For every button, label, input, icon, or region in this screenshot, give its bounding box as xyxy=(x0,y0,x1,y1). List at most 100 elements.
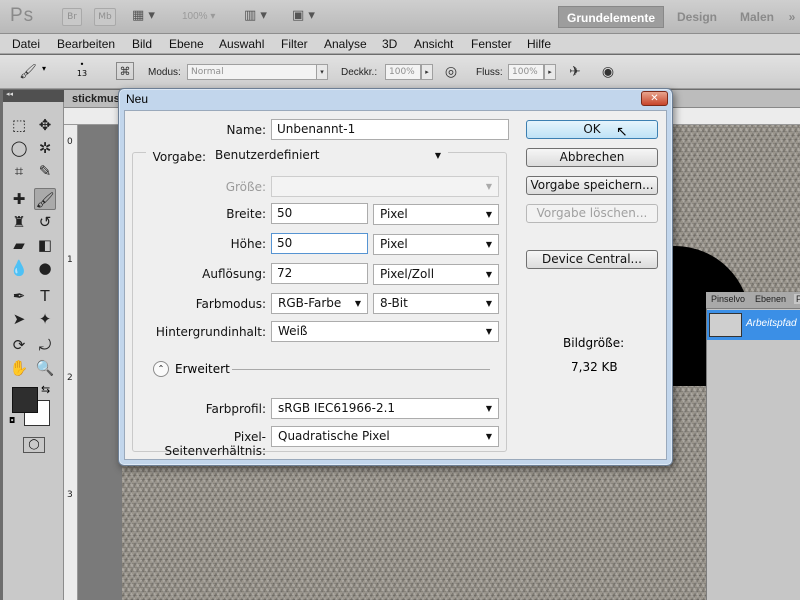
brush-size-picker[interactable]: • 13 xyxy=(76,60,88,78)
menu-datei[interactable]: Datei xyxy=(12,37,40,51)
profile-select[interactable]: sRGB IEC61966-2.1 ▼ xyxy=(271,398,499,419)
chevron-down-icon: ▼ xyxy=(485,210,492,219)
history-brush-tool-icon[interactable]: ↺ xyxy=(34,211,56,233)
workspace-design[interactable]: Design xyxy=(672,6,722,28)
profile-label: Farbprofil: xyxy=(205,402,266,416)
height-unit-select[interactable]: Pixel ▼ xyxy=(373,234,499,255)
menu-analyse[interactable]: Analyse xyxy=(324,37,367,51)
menu-filter[interactable]: Filter xyxy=(281,37,308,51)
brush-tool-preset-icon[interactable]: 🖌 xyxy=(18,62,38,82)
advanced-toggle-icon[interactable]: ⌃ xyxy=(153,361,169,377)
eyedropper-tool-icon[interactable]: ✎ xyxy=(34,160,56,182)
background-value: Weiß xyxy=(278,324,308,338)
hand-tool-icon[interactable]: ✋ xyxy=(8,357,30,379)
resolution-field[interactable]: 72 xyxy=(271,263,368,284)
opacity-field[interactable]: 100% xyxy=(385,64,421,80)
mode-select[interactable]: Normal xyxy=(187,64,317,80)
preset-select[interactable]: Benutzerdefiniert ▼ xyxy=(209,146,447,167)
workspace-grundelemente[interactable]: Grundelemente xyxy=(558,6,664,28)
flow-slider-icon[interactable]: ▸ xyxy=(544,64,556,80)
bitdepth-select[interactable]: 8-Bit ▼ xyxy=(373,293,499,314)
type-tool-icon[interactable]: T xyxy=(34,285,56,307)
brush-panel-icon[interactable]: ⌘ xyxy=(116,62,134,80)
opacity-label: Deckkr.: xyxy=(341,67,378,78)
mini-bridge-button[interactable]: Mb xyxy=(94,8,116,26)
menu-ebene[interactable]: Ebene xyxy=(169,37,204,51)
path-name[interactable]: Arbeitspfad xyxy=(746,318,797,329)
clone-stamp-tool-icon[interactable]: ♜ xyxy=(8,211,30,233)
height-field[interactable]: 50 xyxy=(271,233,368,254)
device-central-button[interactable]: Device Central... xyxy=(526,250,658,269)
opacity-slider-icon[interactable]: ▸ xyxy=(421,64,433,80)
ruler-vertical xyxy=(64,125,78,600)
name-field[interactable]: Unbenannt-1 xyxy=(271,119,509,140)
pressure-size-icon[interactable]: ◉ xyxy=(598,62,618,82)
blur-tool-icon[interactable]: 💧 xyxy=(8,257,30,279)
ok-button[interactable]: OK xyxy=(526,120,658,139)
foreground-color-front[interactable] xyxy=(12,387,38,413)
mode-dropdown-icon[interactable]: ▾ xyxy=(316,64,328,80)
collapse-tools-icon[interactable]: ◂◂ xyxy=(6,90,13,98)
view-extras-icon[interactable]: ▦ ▾ xyxy=(132,8,166,26)
path-selection-tool-icon[interactable]: ➤ xyxy=(8,308,30,330)
menu-bild[interactable]: Bild xyxy=(132,37,152,51)
swap-colors-icon[interactable]: ⇆ xyxy=(41,383,50,396)
eraser-tool-icon[interactable]: ▰ xyxy=(8,234,30,256)
zoom-tool-icon[interactable]: 🔍 xyxy=(34,357,56,379)
width-label: Breite: xyxy=(226,207,266,221)
preset-dropdown-icon[interactable]: ▾ xyxy=(42,64,46,73)
3d-orbit-tool-icon[interactable]: ⤾ xyxy=(34,334,56,356)
gradient-tool-icon[interactable]: ◧ xyxy=(34,234,56,256)
resolution-unit-select[interactable]: Pixel/Zoll ▼ xyxy=(373,264,499,285)
width-unit-select[interactable]: Pixel ▼ xyxy=(373,204,499,225)
chevron-down-icon: ▼ xyxy=(485,404,492,413)
tab-pfade[interactable]: P xyxy=(794,294,800,304)
bridge-button[interactable]: Br xyxy=(62,8,82,26)
brush-tool-icon[interactable]: 🖌 xyxy=(34,188,56,210)
menu-3d[interactable]: 3D xyxy=(382,37,397,51)
background-select[interactable]: Weiß ▼ xyxy=(271,321,499,342)
marquee-tool-icon[interactable]: ⬚ xyxy=(8,114,30,136)
cancel-button[interactable]: Abbrechen xyxy=(526,148,658,167)
3d-rotate-tool-icon[interactable]: ⟳ xyxy=(8,334,30,356)
chevron-down-icon: ▼ xyxy=(485,299,492,308)
move-tool-icon[interactable]: ✥ xyxy=(34,114,56,136)
more-workspaces-icon[interactable]: » xyxy=(786,6,798,28)
delete-preset-button: Vorgabe löschen... xyxy=(526,204,658,223)
screen-mode-icon[interactable]: ▣ ▾ xyxy=(292,8,326,26)
pressure-opacity-icon[interactable]: ◎ xyxy=(441,62,461,82)
healing-brush-tool-icon[interactable]: ✚ xyxy=(8,188,30,210)
chevron-down-icon: ▼ xyxy=(354,299,361,308)
quick-mask-icon[interactable]: ◯ xyxy=(23,437,45,453)
zoom-level[interactable]: 100% ▾ xyxy=(182,11,215,22)
shape-tool-icon[interactable]: ✦ xyxy=(34,308,56,330)
arrange-documents-icon[interactable]: ▥ ▾ xyxy=(244,8,278,26)
magic-wand-tool-icon[interactable]: ✲ xyxy=(34,137,56,159)
document-tab[interactable]: stickmus xyxy=(72,93,120,105)
pen-tool-icon[interactable]: ✒ xyxy=(8,285,30,307)
menu-bar: Datei Bearbeiten Bild Ebene Auswahl Filt… xyxy=(0,34,800,54)
menu-bearbeiten[interactable]: Bearbeiten xyxy=(57,37,115,51)
flow-field[interactable]: 100% xyxy=(508,64,544,80)
colormode-select[interactable]: RGB-Farbe ▼ xyxy=(271,293,368,314)
tab-pinselvorgaben[interactable]: Pinselvo xyxy=(711,294,745,304)
menu-fenster[interactable]: Fenster xyxy=(471,37,512,51)
save-preset-button[interactable]: Vorgabe speichern... xyxy=(526,176,658,195)
tab-ebenen[interactable]: Ebenen xyxy=(755,294,786,304)
advanced-label[interactable]: Erweitert xyxy=(175,362,230,376)
aspect-select[interactable]: Quadratische Pixel ▼ xyxy=(271,426,499,447)
airbrush-icon[interactable]: ✈ xyxy=(565,62,585,82)
background-label: Hintergrundinhalt: xyxy=(155,325,266,339)
menu-hilfe[interactable]: Hilfe xyxy=(527,37,551,51)
workspace-malen[interactable]: Malen xyxy=(732,6,782,28)
width-field[interactable]: 50 xyxy=(271,203,368,224)
lasso-tool-icon[interactable]: ◯ xyxy=(8,137,30,159)
crop-tool-icon[interactable]: ⌗ xyxy=(8,160,30,182)
menu-auswahl[interactable]: Auswahl xyxy=(219,37,264,51)
default-colors-icon[interactable]: ◘ xyxy=(9,416,15,425)
size-label: Größe: xyxy=(225,180,266,194)
chevron-down-icon: ▼ xyxy=(485,432,492,441)
dodge-tool-icon[interactable]: ● xyxy=(34,257,56,279)
menu-ansicht[interactable]: Ansicht xyxy=(414,37,453,51)
dialog-close-icon[interactable]: ✕ xyxy=(641,91,668,106)
